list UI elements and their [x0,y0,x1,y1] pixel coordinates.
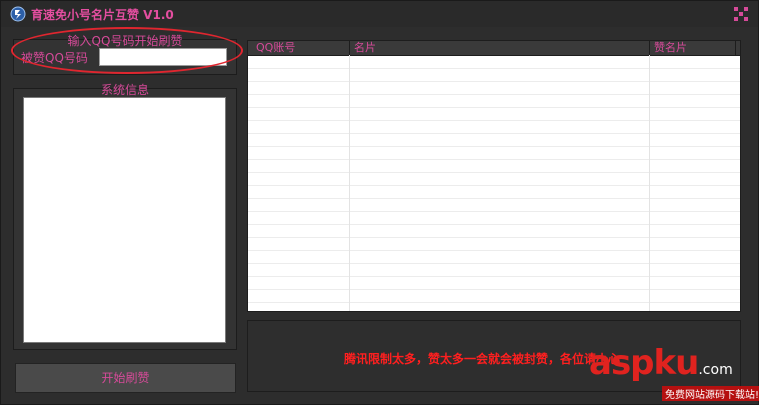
window-control-icon[interactable] [732,5,750,23]
table-row[interactable] [248,186,740,199]
table-row[interactable] [248,290,740,303]
table-row[interactable] [248,121,740,134]
watermark-subtitle: 免费网站源码下载站! [662,386,759,401]
qq-input[interactable] [99,48,227,66]
sysinfo-textarea[interactable] [23,97,226,343]
column-divider [349,55,350,311]
table-row[interactable] [248,212,740,225]
input-group-caption: 输入QQ号码开始刷赞 [67,34,183,48]
column-header-like[interactable]: 赞名片 [650,41,736,55]
table-row[interactable] [248,82,740,95]
table-row[interactable] [248,147,740,160]
table-row[interactable] [248,134,740,147]
table-row[interactable] [248,264,740,277]
warning-notice: 腾讯限制太多，赞太多一会就会被封赞，各位请小心 [344,352,621,366]
table-row[interactable] [248,199,740,212]
column-divider [649,55,650,311]
table-row[interactable] [248,56,740,69]
app-icon [10,6,26,22]
start-button[interactable]: 开始刷赞 [15,363,236,393]
table-row[interactable] [248,108,740,121]
app-window: 育速免小号名片互赞 V1.0 输入QQ号码开始刷赞 被赞QQ号码 系统信息 开始… [0,0,759,405]
watermark-logo: aspku.com [589,343,733,383]
result-table[interactable]: QQ账号 名片 赞名片 [247,40,741,312]
title-bar[interactable]: 育速免小号名片互赞 V1.0 [1,1,758,27]
table-row[interactable] [248,69,740,82]
qq-label: 被赞QQ号码 [21,51,88,65]
table-row[interactable] [248,238,740,251]
table-row[interactable] [248,160,740,173]
window-title: 育速免小号名片互赞 V1.0 [31,8,174,22]
column-header-card[interactable]: 名片 [350,41,650,55]
table-row[interactable] [248,251,740,264]
table-row[interactable] [248,225,740,238]
column-header-qq[interactable]: QQ账号 [252,41,350,55]
table-header: QQ账号 名片 赞名片 [248,41,740,56]
table-row[interactable] [248,95,740,108]
table-row[interactable] [248,173,740,186]
sysinfo-caption: 系统信息 [100,83,149,97]
table-row[interactable] [248,277,740,290]
